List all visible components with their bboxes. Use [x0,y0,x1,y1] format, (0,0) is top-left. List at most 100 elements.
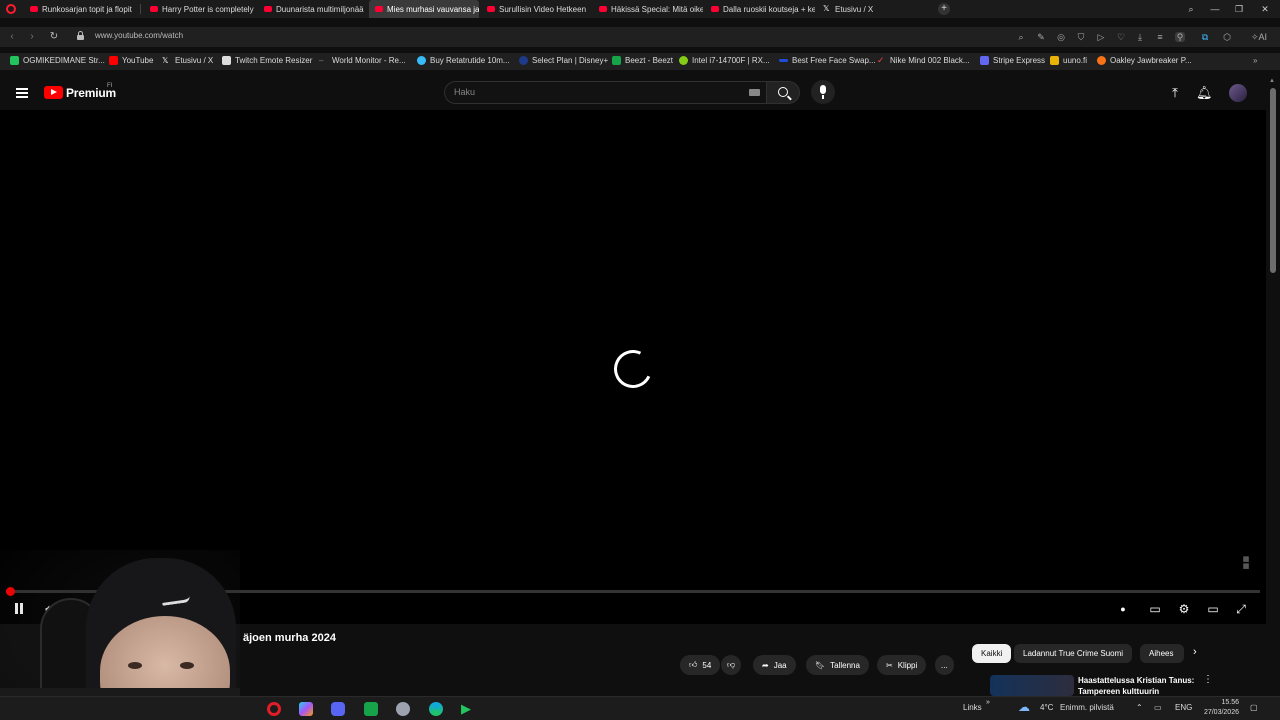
maximize-icon[interactable]: ❐ [1228,0,1250,18]
bookmarks-overflow-icon[interactable]: » [1253,56,1257,65]
youtube-logo-icon[interactable] [44,86,63,99]
forward-icon[interactable]: › [25,30,39,44]
page-scrollbar[interactable]: ▲ [1266,76,1280,696]
url-field[interactable]: www.youtube.com/watch [95,31,183,40]
search-icon[interactable]: ⌕ [1016,32,1026,42]
links-toolbar[interactable]: Links [963,703,982,712]
tab-5[interactable]: Surullisin Video Hetkeen [481,0,591,18]
clip-button[interactable]: ✂ Klippi [877,655,927,675]
profile-icon[interactable]: ⚲ [1175,32,1185,42]
bookmark-label: uuno.fi [1063,56,1088,65]
weather-temperature[interactable]: 4°C [1040,703,1053,712]
bookmark-item[interactable]: Oakley Jawbreaker P... [1097,56,1192,65]
fullscreen-icon[interactable]: ⤢ [1233,601,1249,617]
close-icon[interactable]: ✕ [1254,0,1276,18]
tab-label: Häkissä Special: Mitä oike [611,4,703,14]
search-button[interactable] [766,81,800,104]
notification-center-icon[interactable]: ▢ [1250,703,1258,712]
scrollbar-thumb[interactable] [1270,88,1276,273]
network-icon[interactable]: ▭ [1154,703,1162,712]
recommendation-thumbnail[interactable] [990,675,1074,696]
menu-icon[interactable]: ≡ [1155,32,1165,42]
ai-icon[interactable]: ✧AI [1246,32,1272,42]
tab-7[interactable]: Dalla ruoskii koutseja + ke [705,0,815,18]
play-icon[interactable]: ▷ [1096,32,1106,42]
input-language[interactable]: ENG [1175,703,1192,712]
weather-condition[interactable]: Enimm. pilvistä [1060,703,1114,712]
edge-icon[interactable] [429,702,443,716]
chip-all[interactable]: Kaikki [972,644,1012,663]
new-tab-button[interactable]: + [938,3,950,15]
cube-icon[interactable]: ⬡ [1222,32,1232,42]
tab-6[interactable]: Häkissä Special: Mitä oike [593,0,703,18]
links-overflow-icon[interactable]: » [986,699,990,706]
bookmark-item[interactable]: 𝕏 Etusivu / X [162,56,213,65]
like-button[interactable]: 👍︎ 54 [680,655,721,675]
tab-8[interactable]: 𝕏 Etusivu / X [817,0,907,18]
settings-gear-icon[interactable]: ⚙ [1176,601,1192,617]
minimize-icon[interactable]: — [1204,0,1226,18]
download-icon[interactable]: ⤓ [1135,32,1145,42]
eye [180,662,194,669]
scroll-up-icon[interactable]: ▲ [1269,78,1275,84]
opera-logo-icon[interactable] [6,4,16,14]
channel-watermark-icon[interactable]: ▦ ▦ [1239,556,1253,570]
tab-4-active[interactable]: Mies murhasi vauvansa ja [369,0,479,18]
search-box[interactable] [444,81,766,104]
more-actions-button[interactable]: ... [935,655,954,675]
search-icon [778,87,788,97]
reload-icon[interactable]: ↻ [47,30,61,44]
shield-icon[interactable]: ⛉ [1076,32,1086,42]
bookmark-item[interactable]: Twitch Emote Resizer [222,56,312,65]
bookmark-item[interactable]: – World Monitor - Re... [319,56,406,65]
tray-chevron-icon[interactable]: ⌃ [1136,703,1143,712]
chip-related[interactable]: Aihees [1140,644,1184,663]
chip-uploader[interactable]: Ladannut True Crime Suomi [1014,644,1133,663]
tab-3[interactable]: Duunarista multimiljonää [258,0,368,18]
copilot-icon[interactable] [299,702,313,716]
kick-icon[interactable]: ▶ [461,702,475,716]
voice-search-mic-icon[interactable] [811,80,835,104]
camera-icon[interactable]: ◎ [1056,32,1066,42]
avatar[interactable] [1229,84,1247,102]
dislike-button[interactable]: 👎︎ [721,655,742,675]
tab-search-icon[interactable]: ⌕ [1180,0,1202,18]
opera-browser-icon[interactable] [267,702,281,716]
recommendation-menu-icon[interactable]: ⋮ [1203,674,1213,685]
subtitles-icon[interactable]: ▭ [1147,601,1163,617]
app-icon[interactable] [364,702,378,716]
bookmark-item[interactable]: uuno.fi [1050,56,1087,65]
recommendation-title[interactable]: Haastattelussa Kristian Tanus: Tampereen… [1078,675,1198,697]
theater-mode-icon[interactable]: ▭ [1205,601,1221,617]
keyboard-icon[interactable] [749,89,760,96]
system-clock[interactable]: 15.56 27/03/2026 [1197,698,1239,718]
bookmark-item[interactable]: Stripe Express [980,56,1045,65]
bookmark-item[interactable]: ✓ Nike Mind 002 Black... [877,56,970,66]
chips-next-icon[interactable]: › [1193,646,1197,658]
video-player[interactable]: ▦▦ 🔊︎ ● ▭ ⚙ ▭ ⤢ [0,110,1266,624]
share-button[interactable]: ➦ Jaa [753,655,796,675]
edit-icon[interactable]: ✎ [1036,32,1046,42]
discord-icon[interactable] [331,702,345,716]
youtube-header: Premium FI ⤒ 🔔︎ [0,76,1266,110]
save-button[interactable]: 🔖︎ Tallenna [806,655,869,675]
autoplay-toggle-icon[interactable]: ● [1115,601,1131,617]
bookmark-item[interactable]: Buy Retatrutide 10m... [417,56,510,65]
bookmark-item[interactable]: Beezt - Beezt [612,56,673,65]
security-shield-icon[interactable] [396,702,410,716]
heart-icon[interactable]: ♡ [1116,32,1126,42]
tab-2[interactable]: Harry Potter is completely [144,0,256,18]
notifications-bell-icon[interactable]: 🔔︎ [1196,85,1213,101]
bookmark-item[interactable]: Best Free Face Swap... [779,56,876,65]
bookmark-item[interactable]: YouTube [109,56,153,65]
youtube-favicon-icon [150,6,158,12]
bookmark-item[interactable]: OGMIKEDIMANE Str... [10,56,105,65]
hamburger-menu-icon[interactable] [16,88,28,98]
tab-1[interactable]: Runkosarjan topit ja flopit [24,0,136,18]
bookmark-item[interactable]: Select Plan | Disney+ [519,56,608,65]
search-input[interactable] [454,87,734,97]
back-icon[interactable]: ‹ [5,30,19,44]
extension-icon[interactable]: ⧉ [1200,32,1210,42]
upload-icon[interactable]: ⤒ [1167,85,1183,101]
bookmark-item[interactable]: Intel i7-14700F | RX... [679,56,770,65]
